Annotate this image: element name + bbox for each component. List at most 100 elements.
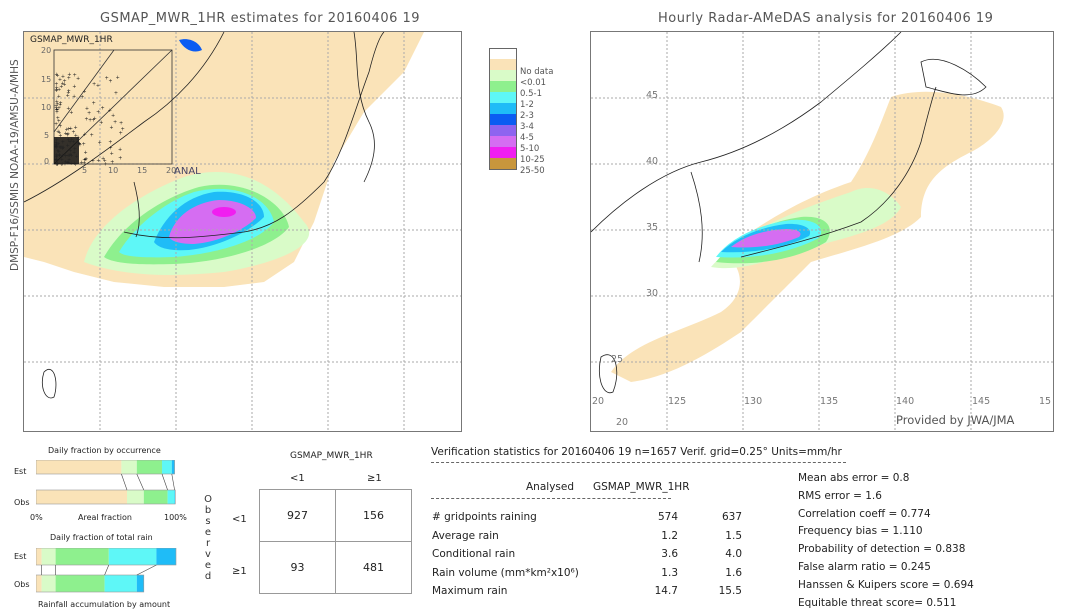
stat-gsmap-value: 1.5 (725, 529, 742, 542)
scatter-point: + (119, 131, 123, 137)
scatter-point: + (66, 90, 70, 96)
scatter-point: + (84, 157, 88, 163)
scatter-point: + (119, 121, 123, 127)
contingency-col-ge1: ≥1 (367, 473, 382, 484)
contingency-row-lt1: <1 (232, 514, 247, 525)
legend-label: 2-3 (520, 111, 534, 121)
est-segment-3 (162, 460, 172, 474)
legend-label: <0.01 (520, 78, 547, 88)
inset-xtick-20: 20 (166, 166, 177, 175)
cell-obs-lt1-est-ge1: 156 (363, 509, 384, 522)
score-line: Probability of detection = 0.838 (798, 543, 966, 556)
obs-segment-4 (136, 575, 144, 592)
scatter-point: + (118, 156, 122, 162)
scatter-point: + (58, 123, 62, 129)
est-segment-1 (121, 460, 137, 474)
left-rain-map: + + + + + + + + + + + + + + + + + + + + + + + + + + + + + + + + + + + + + + + +… (23, 31, 462, 432)
legend-label: 25-50 (520, 166, 545, 176)
scatter-point: + (57, 94, 61, 100)
est-segment-0 (36, 548, 42, 565)
stat-gsmap-value: 1.6 (725, 566, 742, 579)
score-line: Mean abs error = 0.8 (798, 472, 910, 484)
scatter-point: + (99, 120, 103, 126)
scatter-point: + (116, 75, 120, 81)
left-map-title: GSMAP_MWR_1HR estimates for 20160406 19 (100, 11, 421, 26)
scatter-point: + (109, 125, 113, 131)
occurrence-obs-label: Obs (14, 498, 30, 507)
lon-tick-145: 145 (972, 396, 991, 407)
legend-label: 10-25 (520, 155, 545, 165)
scatter-point: + (92, 100, 96, 106)
obs-segment-2 (143, 490, 168, 504)
scatter-point: + (76, 76, 80, 82)
contingency-header: GSMAP_MWR_1HR (290, 451, 373, 461)
legend-swatch (489, 136, 517, 147)
scatter-point: + (109, 145, 113, 151)
stat-gsmap-value: 637 (721, 511, 742, 523)
observed-letter: d (204, 571, 212, 582)
scatter-point: + (68, 148, 72, 154)
scatter-point: + (90, 133, 94, 139)
total-rain-xlabel: Rainfall accumulation by amount (38, 600, 171, 609)
legend-label: 3-4 (520, 122, 534, 132)
total-rain-est-label: Est (14, 552, 27, 561)
scatter-point: + (84, 150, 88, 156)
scatter-point: + (98, 140, 102, 146)
obs-segment-0 (36, 490, 127, 504)
scatter-point: + (80, 94, 84, 100)
inset-xlabel: ANAL (174, 166, 201, 177)
lat-tick-45: 45 (646, 90, 659, 101)
scatter-point: + (57, 130, 61, 136)
legend-swatch (489, 158, 517, 170)
est-segment-1 (41, 548, 56, 565)
scatter-point: + (96, 158, 100, 164)
scatter-point: + (72, 94, 76, 100)
legend-swatch (489, 114, 517, 125)
verification-header-divider (431, 462, 846, 463)
satellite-sensor-label: DMSP-F16/SSMIS NOAA-19/AMSU-A/MHS (9, 59, 21, 271)
occurrence-est-label: Est (14, 467, 27, 476)
left-map-canvas: ++++++++++++++++++++++++++++++++++++++++… (24, 32, 461, 431)
occurrence-title: Daily fraction by occurrence (48, 446, 161, 455)
coastline-taiwan (41, 369, 57, 399)
scatter-point: + (110, 151, 114, 157)
scatter-point: + (54, 158, 58, 164)
est-segment-2 (136, 460, 162, 474)
legend-label: 1-2 (520, 100, 534, 110)
stat-gsmap-value: 4.0 (725, 548, 742, 560)
contingency-col-lt1: <1 (290, 473, 305, 484)
total-rain-title: Daily fraction of total rain (50, 533, 153, 542)
legend-swatch (489, 103, 517, 114)
inset-ytick-10: 10 (41, 103, 52, 112)
inset-ytick-20: 20 (41, 46, 52, 55)
col-analysed: Analysed (526, 481, 574, 493)
inset-ytick-15: 15 (41, 75, 52, 84)
stat-analysed-value: 574 (657, 511, 678, 523)
legend-label: No data (520, 67, 554, 77)
scatter-point: + (60, 146, 64, 152)
score-line: Correlation coeff = 0.774 (798, 507, 931, 520)
legend-label: 0.5-1 (520, 89, 542, 99)
contingency-row-ge1: ≥1 (232, 566, 247, 577)
scatter-point: + (96, 83, 100, 89)
scatter-point: + (72, 161, 76, 167)
occurrence-x-max: 100% (164, 513, 187, 522)
lon-tick-135: 135 (820, 396, 839, 407)
stat-analysed-value: 1.3 (661, 566, 678, 579)
scatter-point: + (75, 154, 79, 160)
obs-segment-3 (167, 490, 175, 504)
occurrence-bars (36, 460, 176, 505)
stat-label: Rain volume (mm*km²x10⁶) (432, 566, 579, 579)
verification-header: Verification statistics for 20160406 19 … (431, 446, 842, 458)
lon-tick-150: 15 (1039, 396, 1052, 407)
obs-segment-0 (36, 575, 42, 592)
scatter-point: + (113, 120, 117, 126)
rain-core-magenta (212, 207, 236, 217)
lat-tick-20: 20 (616, 417, 629, 428)
connector-line (104, 564, 110, 576)
scatter-point: + (118, 147, 122, 153)
stat-label: Average rain (432, 529, 499, 542)
connector-line (171, 473, 175, 491)
scatter-point: + (91, 158, 95, 164)
connector-line (161, 473, 168, 491)
